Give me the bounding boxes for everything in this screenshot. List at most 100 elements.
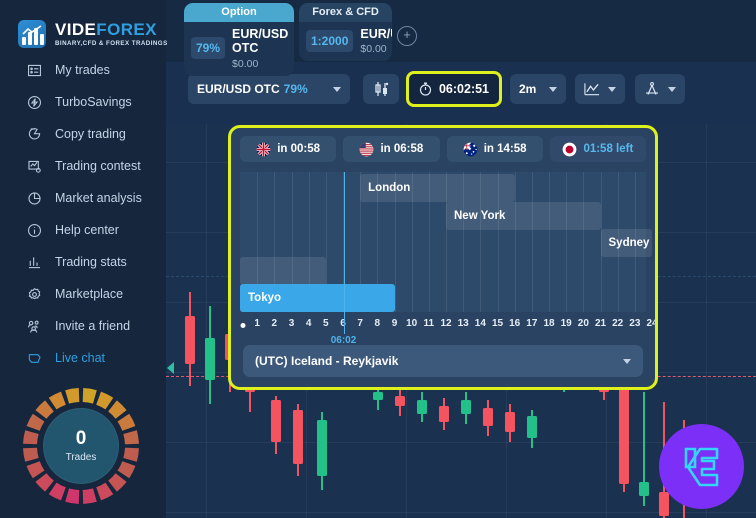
donut-segment	[65, 488, 80, 504]
candlestick-body	[317, 420, 327, 476]
asset-card-option-tab[interactable]: Option	[184, 3, 294, 22]
expiry-timer[interactable]: 06:02:51	[406, 71, 502, 107]
sidebar-item-market-analysis[interactable]: Market analysis	[0, 182, 166, 214]
japan-flag	[563, 142, 577, 156]
chevron-down-icon	[623, 358, 631, 364]
candle-style-button[interactable]	[363, 74, 399, 104]
donut-segment	[82, 388, 97, 404]
sidebar-item-help-center[interactable]: Help center	[0, 214, 166, 246]
uk-flag	[256, 142, 271, 156]
axis-tick: 11	[423, 318, 435, 329]
session-tab-2[interactable]: in 14:58	[446, 136, 543, 162]
timeline-gridline	[514, 172, 516, 312]
sidebar-item-trading-stats[interactable]: Trading stats	[0, 246, 166, 278]
session-tab-3[interactable]: 01:58 left	[549, 136, 646, 162]
asset-selector[interactable]: EUR/USD OTC 79%	[188, 74, 350, 104]
asset-card-forex-cfd[interactable]: Forex & CFD 1:2000 EUR/USD $0.00	[299, 3, 392, 62]
session-bar-unlabelled-3[interactable]	[240, 256, 326, 285]
sidebar-item-my-trades[interactable]: My trades	[0, 54, 166, 86]
market-sessions-popup[interactable]: in 00:58 in 06:58 in 14:58 01:58 left Londo…	[228, 125, 658, 390]
copy-pie-icon	[28, 127, 41, 139]
brand-name-part1: VIDE	[55, 19, 97, 39]
timeframe-selector[interactable]: 2m	[510, 74, 566, 104]
candlestick-body	[271, 400, 281, 442]
axis-tick: 19	[560, 318, 572, 329]
session-hour-axis: 1234567891011121314151617181920212223240…	[240, 318, 655, 346]
candlestick-body	[659, 492, 669, 516]
donut-segment	[123, 447, 139, 462]
candlestick-body	[395, 396, 405, 406]
timeline-gridline	[549, 172, 550, 312]
asset-tabs-bar: Option 79% EUR/USD OTC $0.00 Forex & CFD…	[166, 0, 756, 76]
axis-tick: 3	[288, 318, 295, 329]
candlestick	[483, 400, 493, 436]
asset-card-option-payout: 79%	[191, 37, 226, 60]
timezone-selector[interactable]: (UTC) Iceland - Reykjavik	[243, 345, 643, 377]
candlestick	[619, 380, 629, 492]
axis-tick: 23	[629, 318, 641, 329]
session-bar-tokyo[interactable]: Tokyo	[240, 284, 395, 312]
candlestick	[439, 398, 449, 430]
axis-tick: 18	[543, 318, 555, 329]
session-bar-sydney[interactable]: Sydney	[600, 229, 652, 257]
candlestick	[417, 392, 427, 422]
donut-segment	[48, 391, 66, 410]
chevron-down-icon	[608, 86, 616, 92]
videforex-logo-icon	[18, 20, 46, 48]
line-chart-icon	[584, 82, 600, 95]
trades-label: Trades	[65, 452, 97, 463]
session-tab-time: in 06:58	[380, 143, 424, 155]
axis-tick: 15	[491, 318, 504, 329]
candlestick	[461, 392, 471, 424]
session-bar-new-york[interactable]: New York	[446, 201, 601, 230]
candlestick-body	[417, 400, 427, 414]
axis-tick: 24	[646, 318, 658, 329]
axis-tick: 14	[474, 318, 486, 329]
session-bar-london[interactable]: London	[360, 174, 515, 202]
trades-donut-widget: 0 Trades	[21, 386, 141, 506]
axis-origin-dot	[240, 323, 246, 328]
sidebar-item-invite-a-friend[interactable]: Invite a friend	[0, 310, 166, 342]
axis-tick: 21	[594, 318, 607, 329]
session-countdown-tabs: in 00:58 in 06:58 in 14:58 01:58 left	[231, 128, 655, 168]
donut-segment	[23, 447, 39, 462]
donut-segment	[96, 391, 114, 410]
session-tab-1[interactable]: in 06:58	[343, 136, 440, 162]
sidebar-item-live-chat[interactable]: Live chat	[0, 342, 166, 374]
session-tab-time: in 00:58	[277, 143, 321, 155]
chevron-down-icon	[549, 86, 557, 92]
candlestick	[271, 396, 281, 454]
axis-tick: 4	[305, 318, 312, 329]
donut-segment	[35, 400, 54, 419]
sidebar-item-turbosavings[interactable]: TurboSavings	[0, 86, 166, 118]
sidebar-collapse-handle[interactable]	[167, 362, 174, 374]
brand-logo[interactable]: VIDEFOREX BINARY,CFD & FOREX TRADINGS	[0, 0, 167, 54]
asset-selector-label: EUR/USD OTC	[197, 82, 280, 96]
sidebar-item-copy-trading[interactable]: Copy trading	[0, 118, 166, 150]
axis-tick: 5	[323, 318, 329, 329]
candlestick	[185, 292, 195, 386]
expiry-timer-value: 06:02:51	[438, 82, 490, 96]
asset-card-option-amount: $0.00	[232, 57, 259, 70]
drawing-tools-selector[interactable]	[635, 74, 685, 104]
sidebar-item-marketplace[interactable]: Marketplace	[0, 278, 166, 310]
session-tab-0[interactable]: in 00:58	[240, 136, 337, 162]
people-icon	[27, 320, 39, 332]
timeline-gridline	[566, 172, 568, 312]
list-card-icon	[27, 64, 42, 76]
candlestick-body	[527, 416, 537, 438]
asset-card-option[interactable]: Option 79% EUR/USD OTC $0.00	[184, 3, 294, 76]
timeline-gridline	[531, 172, 533, 312]
candlestick	[205, 306, 215, 404]
axis-tick: 16	[509, 318, 521, 329]
gear-icon	[28, 287, 41, 299]
candlestick-body	[439, 406, 449, 422]
asset-card-forex-cfd-amount: $0.00	[360, 43, 387, 56]
add-asset-button[interactable]: +	[397, 26, 417, 46]
chart-type-selector[interactable]	[575, 74, 625, 104]
brand-name-part2: FOREX	[96, 19, 157, 39]
sidebar-item-trading-contest[interactable]: Trading contest	[0, 150, 166, 182]
axis-tick: 8	[374, 318, 381, 329]
asset-card-forex-cfd-tab[interactable]: Forex & CFD	[299, 3, 392, 22]
sidebar-item-label: Marketplace	[55, 287, 124, 301]
